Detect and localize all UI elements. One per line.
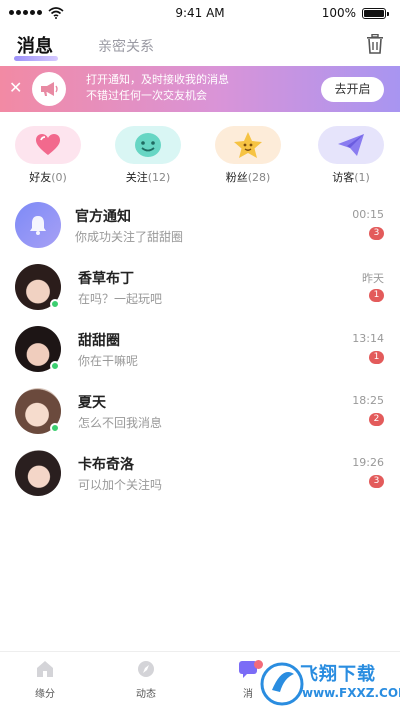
smile-icon [115,126,181,164]
message-preview: 你在干嘛呢 [78,354,139,368]
trash-icon[interactable] [366,34,384,54]
category-label: 关注 [125,171,148,184]
list-item[interactable]: 甜甜圈 你在干嘛呢 13:14 1 [0,320,400,382]
contact-name: 甜甜圈 [78,333,120,349]
category-visitors[interactable]: 访客(1) [316,126,386,188]
tab-messages[interactable]: 消息 [17,32,53,58]
contact-name: 官方通知 [75,209,131,225]
unread-badge: 3 [369,227,384,240]
compass-icon [138,661,154,677]
header-tabs: 消息 亲密关系 [0,28,400,64]
paper-plane-icon [318,126,384,164]
unread-badge: 1 [369,351,384,364]
tab-label: 动态 [136,689,156,700]
contact-name: 卡布奇洛 [78,457,134,473]
battery-icon [362,8,389,19]
message-preview: 在吗？一起玩吧 [78,292,163,306]
list-item[interactable]: 香草布丁 在吗？一起玩吧 昨天 1 [0,258,400,320]
star-icon [215,126,281,164]
category-following[interactable]: 关注(12) [113,126,183,188]
banner-line2: 不错过任何一次交友机会 [86,89,207,102]
tab-moments[interactable]: 动态 [116,660,176,700]
category-count: (1) [354,171,370,184]
category-count: (12) [147,171,171,184]
message-time: 00:15 [352,208,384,221]
message-time: 昨天 [362,272,384,285]
list-item[interactable]: 卡布奇洛 可以加个关注吗 19:26 3 [0,444,400,506]
online-indicator [50,299,60,309]
home-icon [37,661,53,677]
message-time: 13:14 [352,332,384,345]
banner-line1: 打开通知，及时接收我的消息 [86,73,229,86]
enable-notification-button[interactable]: 去开启 [321,77,384,102]
category-fans[interactable]: 粉丝(28) [213,126,283,188]
quick-categories: 好友(0) 关注(12) 粉丝(28) 访客(1) [0,126,400,188]
status-bar: 9:41 AM 100% [0,0,400,28]
message-time: 18:25 [352,394,384,407]
megaphone-icon [32,72,66,106]
tab-intimate[interactable]: 亲密关系 [98,36,154,56]
list-item[interactable]: 官方通知 你成功关注了甜甜圈 00:15 3 [0,196,400,258]
unread-badge: 1 [369,289,384,302]
unread-badge: 3 [369,475,384,488]
category-count: (0) [51,171,67,184]
message-preview: 可以加个关注吗 [78,478,163,492]
battery-percent: 100% [321,6,356,20]
category-label: 好友 [29,171,52,184]
message-preview: 你成功关注了甜甜圈 [75,230,184,244]
category-label: 访客 [332,171,355,184]
list-item[interactable]: 夏天 怎么不回我消息 18:25 2 [0,382,400,444]
watermark-url: www.FXXZ.COM [302,686,400,700]
category-label: 粉丝 [225,171,248,184]
banner-text: 打开通知，及时接收我的消息 不错过任何一次交友机会 [86,72,229,104]
contact-name: 香草布丁 [78,271,134,287]
watermark-title: 飞翔下载 [300,664,376,685]
message-time: 19:26 [352,456,384,469]
heart-icon [15,126,81,164]
bell-icon [15,202,61,248]
online-indicator [50,423,60,433]
tab-label: 缘分 [35,689,55,700]
tab-fate[interactable]: 缘分 [15,660,75,700]
avatar [15,450,61,496]
contact-name: 夏天 [78,395,106,411]
unread-badge: 2 [369,413,384,426]
category-count: (28) [247,171,271,184]
notification-banner: ✕ 打开通知，及时接收我的消息 不错过任何一次交友机会 去开启 [0,66,400,112]
message-preview: 怎么不回我消息 [78,416,163,430]
online-indicator [50,361,60,371]
close-icon[interactable]: ✕ [9,78,22,97]
category-friends[interactable]: 好友(0) [13,126,83,188]
